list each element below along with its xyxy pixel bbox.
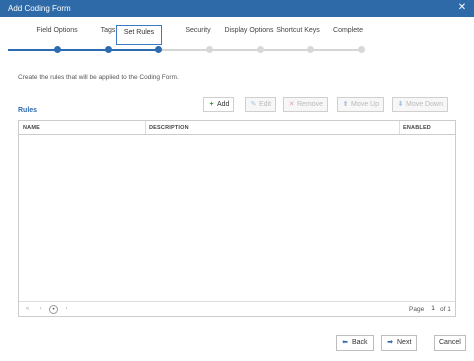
wizard-progress-done xyxy=(8,49,158,51)
plus-icon: + xyxy=(209,101,214,108)
rules-heading: Rules xyxy=(18,107,38,114)
cancel-label: Cancel xyxy=(439,339,461,346)
back-label: Back xyxy=(352,339,368,346)
step-complete[interactable]: Complete xyxy=(320,26,376,35)
add-rule-button[interactable]: + Add xyxy=(203,97,235,112)
step-security[interactable]: Security xyxy=(170,26,226,35)
move-down-button[interactable]: ⬇ Move Down xyxy=(392,97,448,112)
step-field-options[interactable]: Field Options xyxy=(29,26,85,35)
page-label: Page xyxy=(409,306,425,313)
current-page-indicator[interactable]: • xyxy=(49,305,58,314)
step-set-rules[interactable]: Set Rules xyxy=(116,25,162,45)
edit-rule-label: Edit xyxy=(259,101,272,108)
dialog-titlebar: Add Coding Form ✕ xyxy=(0,0,474,17)
cancel-button[interactable]: Cancel xyxy=(434,335,466,351)
page-count-label: of 1 xyxy=(440,306,451,313)
wizard-steps: Field Options Tags Set Rules Security Di… xyxy=(0,17,474,62)
first-page-icon[interactable]: « xyxy=(23,305,32,314)
pencil-icon: ✎ xyxy=(250,101,257,108)
step-dot-complete xyxy=(357,46,365,53)
previous-page-icon[interactable]: ‹ xyxy=(36,305,45,314)
remove-rule-label: Remove xyxy=(297,101,324,108)
page-number-input[interactable]: 1 xyxy=(428,304,438,314)
column-header-enabled[interactable]: ENABLED xyxy=(403,124,431,132)
remove-icon: ✕ xyxy=(288,101,295,108)
rules-grid-header: NAME DESCRIPTION ENABLED xyxy=(19,121,455,135)
move-down-label: Move Down xyxy=(406,101,443,108)
step-dot-shortcut-keys xyxy=(306,46,314,53)
move-up-button[interactable]: ⬆ Move Up xyxy=(337,97,385,112)
step-dot-field-options xyxy=(53,46,61,53)
column-divider xyxy=(145,121,146,134)
step-display-options[interactable]: Display Options xyxy=(221,26,277,35)
step-dot-display-options xyxy=(256,46,264,53)
step-dot-tags xyxy=(104,46,112,53)
column-divider xyxy=(399,121,400,134)
arrow-left-icon: ⬅ xyxy=(342,339,348,346)
step-shortcut-keys[interactable]: Shortcut Keys xyxy=(270,26,326,35)
next-button[interactable]: ➡ Next xyxy=(381,335,418,351)
step-dot-security xyxy=(205,46,213,53)
dialog-title: Add Coding Form xyxy=(8,4,71,13)
arrow-down-icon: ⬇ xyxy=(397,101,404,108)
rules-grid-pager: « ‹ • › Page 1 of 1 xyxy=(19,301,455,316)
next-label: Next xyxy=(397,339,412,346)
column-header-description[interactable]: DESCRIPTION xyxy=(149,124,189,132)
column-header-name[interactable]: NAME xyxy=(23,124,40,132)
arrow-up-icon: ⬆ xyxy=(342,101,349,108)
remove-rule-button[interactable]: ✕ Remove xyxy=(283,97,329,112)
step-dot-set-rules xyxy=(154,46,162,53)
next-page-icon[interactable]: › xyxy=(62,305,71,314)
back-button[interactable]: ⬅ Back xyxy=(336,335,374,351)
rules-grid: NAME DESCRIPTION ENABLED « ‹ • › Page 1 … xyxy=(18,120,456,317)
arrow-right-icon: ➡ xyxy=(387,339,393,346)
instructions-text: Create the rules that will be applied to… xyxy=(18,74,179,81)
close-icon[interactable]: ✕ xyxy=(456,2,468,14)
edit-rule-button[interactable]: ✎ Edit xyxy=(245,97,277,112)
move-up-label: Move Up xyxy=(351,101,380,108)
add-rule-label: Add xyxy=(217,101,230,108)
